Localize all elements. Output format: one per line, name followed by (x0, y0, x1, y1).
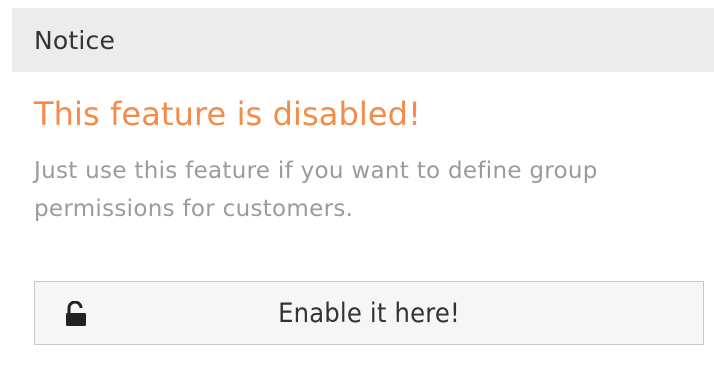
widget-header-title: Notice (34, 25, 116, 55)
notice-title: This feature is disabled! (34, 95, 422, 133)
notice-widget: Notice This feature is disabled! Just us… (12, 8, 714, 366)
notice-description: Just use this feature if you want to def… (34, 158, 598, 222)
enable-feature-button-label: Enable it here! (278, 297, 460, 329)
enable-feature-button[interactable]: Enable it here! (34, 281, 704, 345)
widget-header: Notice (12, 8, 714, 72)
widget-body: This feature is disabled! Just use this … (12, 94, 714, 228)
unlock-icon (65, 300, 87, 327)
